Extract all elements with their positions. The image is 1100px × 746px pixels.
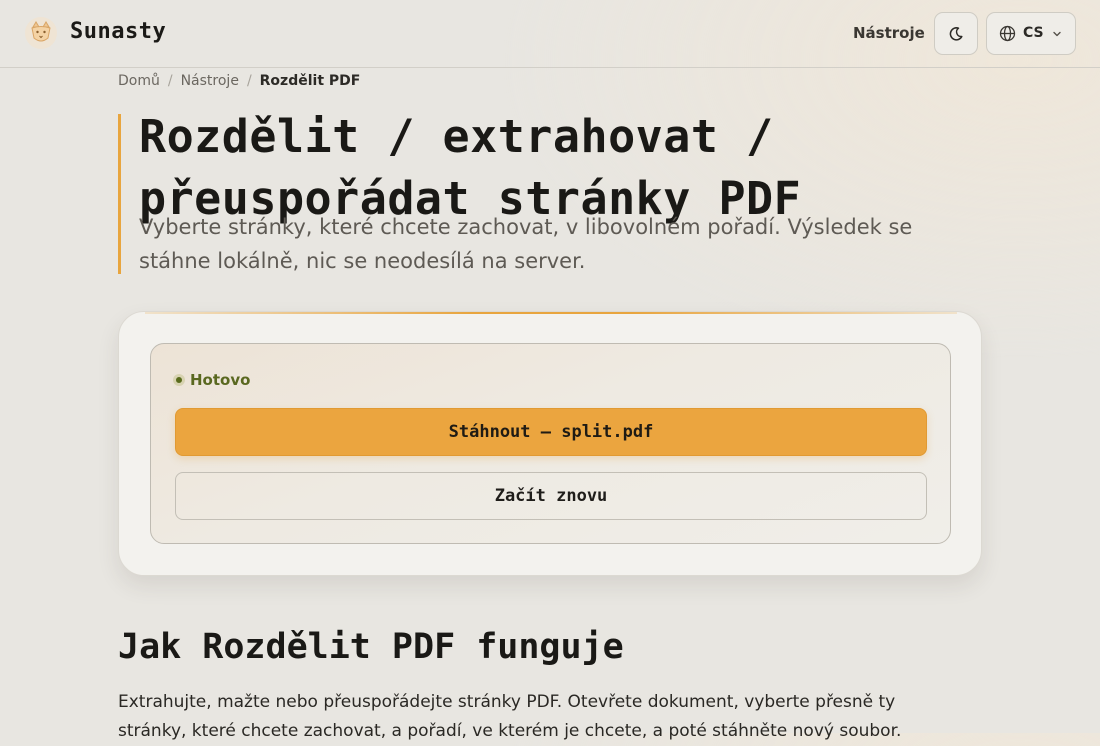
nav-link-tools[interactable]: Nástroje — [853, 24, 925, 42]
how-it-works-title: Jak Rozdělit PDF funguje — [118, 627, 624, 667]
card-accent-line — [145, 312, 957, 314]
chevron-down-icon — [1053, 31, 1061, 37]
page-subtitle: Vyberte stránky, které chcete zachovat, … — [139, 215, 913, 273]
language-code: CS — [1023, 25, 1044, 41]
status-text: Hotovo — [190, 371, 251, 389]
breadcrumb-separator: / — [167, 73, 173, 89]
status-badge: Hotovo — [173, 371, 250, 389]
status-dot-icon — [173, 374, 185, 386]
breadcrumb-tools[interactable]: Nástroje — [181, 73, 239, 89]
breadcrumb-home[interactable]: Domů — [118, 73, 160, 89]
breadcrumb-current: Rozdělit PDF — [259, 73, 361, 89]
tool-card: Hotovo Stáhnout — split.pdf Začít znovu — [118, 311, 982, 576]
how-it-works-text: Extrahujte, mažte nebo přeuspořádejte st… — [118, 692, 902, 741]
result-panel: Hotovo Stáhnout — split.pdf Začít znovu — [150, 343, 951, 544]
download-button[interactable]: Stáhnout — split.pdf — [175, 408, 927, 456]
brand-name[interactable]: Sunasty — [70, 19, 166, 44]
globe-icon — [999, 25, 1016, 42]
fox-logo-icon[interactable] — [24, 16, 58, 50]
language-select[interactable]: CS — [986, 12, 1076, 55]
moon-icon — [949, 26, 963, 41]
breadcrumb: Domů / Nástroje / Rozdělit PDF — [118, 73, 360, 89]
top-bar: Sunasty Nástroje CS — [0, 0, 1100, 68]
theme-toggle-button[interactable] — [934, 12, 978, 55]
restart-button[interactable]: Začít znovu — [175, 472, 927, 520]
page-header: Rozdělit / extrahovat / přeuspořádat str… — [118, 110, 978, 274]
breadcrumb-separator: / — [246, 73, 252, 89]
